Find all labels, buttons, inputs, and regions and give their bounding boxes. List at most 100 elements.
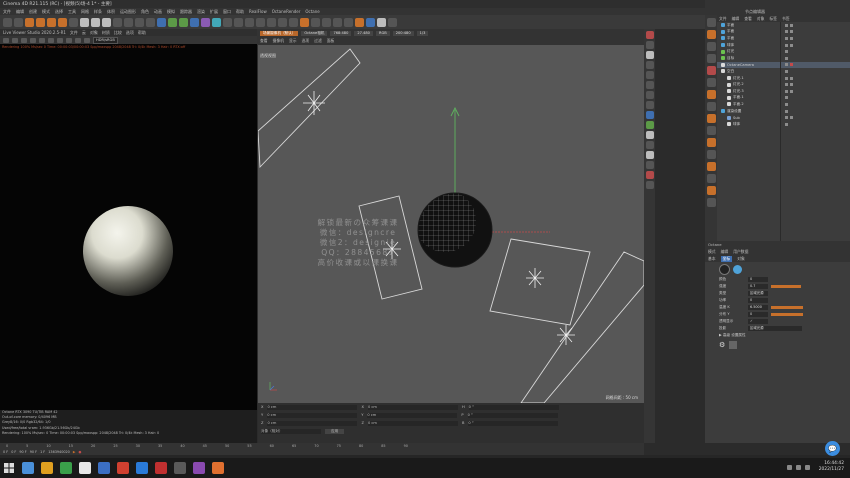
octane-camera-icon[interactable] (289, 17, 298, 27)
menu-item[interactable]: RealFlow (249, 9, 267, 14)
z-axis-icon[interactable] (102, 17, 111, 27)
light-icon[interactable] (234, 17, 243, 27)
settings-icon[interactable] (645, 181, 654, 189)
object-row[interactable]: 目标 (717, 55, 850, 62)
coord-field[interactable]: 0 cm (267, 404, 358, 410)
bevel-icon[interactable] (645, 101, 654, 109)
preview-start-field[interactable]: 0 F (11, 450, 16, 454)
extrude-icon[interactable] (645, 91, 654, 99)
viewport-menu-filter[interactable]: 过滤 (314, 38, 322, 44)
record-icon[interactable]: ● (78, 450, 81, 454)
om-menu-edit[interactable]: 编辑 (732, 16, 740, 22)
octane-material-icon[interactable] (267, 17, 276, 27)
camera-icon[interactable] (645, 141, 654, 149)
taskbar-app-icon[interactable] (79, 462, 91, 474)
object-row[interactable]: 灯光.3 (717, 88, 850, 95)
attr-menu-userdata[interactable]: 用户数据 (733, 249, 748, 255)
pick-material-icon[interactable] (39, 37, 45, 43)
taskbar-app-icon[interactable] (60, 462, 72, 474)
sky-icon[interactable] (645, 161, 654, 169)
magnet-icon[interactable] (645, 71, 654, 79)
grid-icon[interactable] (729, 341, 738, 349)
attr-value[interactable]: 6.5000 (748, 305, 768, 310)
y-axis-icon[interactable] (91, 17, 100, 27)
startup-icon[interactable] (706, 198, 716, 207)
resolution-field[interactable]: 768:480 (330, 31, 352, 36)
attr-value[interactable]: 区域光源 (748, 326, 802, 331)
size-field[interactable]: 200:480 (392, 31, 414, 36)
points-mode-icon[interactable] (366, 17, 375, 27)
camera-select[interactable]: Octane相机 (301, 31, 328, 36)
attr-value[interactable]: 0 (748, 298, 768, 303)
camera-icon[interactable] (223, 17, 232, 27)
viewport-menu-camera[interactable]: 摄像机 (273, 38, 284, 44)
octane-live-icon[interactable] (256, 17, 265, 27)
pause-render-icon[interactable] (21, 37, 27, 43)
sphere-icon[interactable] (645, 111, 654, 119)
bp-icon[interactable] (706, 150, 716, 159)
menu-item[interactable]: Octane (305, 9, 319, 14)
slider-fill[interactable] (771, 313, 803, 316)
network-icon[interactable] (787, 465, 792, 470)
attr-value[interactable]: 区域光源 (748, 291, 768, 296)
object-mode-icon[interactable] (706, 30, 716, 39)
live-viewer-menu-file[interactable]: 文件 (70, 30, 78, 36)
menu-item[interactable]: 跟踪器 (180, 9, 192, 15)
menu-item[interactable]: 模拟 (167, 9, 175, 15)
model-mode-icon[interactable] (355, 17, 364, 27)
attr-value[interactable]: 0.7 (748, 284, 768, 289)
preview-end-field[interactable]: 90 F (19, 450, 26, 454)
coordinate-system-icon[interactable] (113, 17, 122, 27)
tab-object[interactable]: 对象 (737, 256, 745, 262)
solo-icon[interactable] (706, 66, 716, 75)
slider-fill[interactable] (771, 306, 803, 309)
start-frame-field[interactable]: 0 F (3, 450, 8, 454)
snap-icon[interactable] (300, 17, 309, 27)
menu-item[interactable]: 角色 (141, 9, 149, 15)
input-method-icon[interactable] (805, 465, 810, 470)
pen-icon[interactable] (168, 17, 177, 27)
viewport-menu-display[interactable]: 显示 (289, 38, 297, 44)
light-icon[interactable] (645, 131, 654, 139)
object-row[interactable]: 灯光.1 (717, 75, 850, 82)
attr-advanced[interactable]: ▶ 高级 设置属性 (719, 333, 799, 338)
model-icon[interactable] (706, 186, 716, 195)
menu-item[interactable]: 扩展 (210, 9, 218, 15)
om-menu-bookmarks[interactable]: 书签 (782, 16, 790, 22)
uv-icon[interactable] (706, 102, 716, 111)
coord-mode-select[interactable]: 对象（相对） (261, 428, 321, 434)
column-divider[interactable] (780, 22, 781, 241)
object-row[interactable]: Sub (717, 114, 850, 121)
floor-icon[interactable] (212, 17, 221, 27)
live-viewer-menu-options[interactable]: 选项 (126, 30, 134, 36)
material-white-icon[interactable] (645, 51, 654, 59)
object-row[interactable]: 平面 (717, 29, 850, 36)
attr-value[interactable]: ✓ (748, 319, 768, 324)
region-icon[interactable] (57, 37, 63, 43)
ratio-field[interactable]: 1/3 (416, 31, 429, 36)
play-button-icon[interactable]: ▶ (73, 450, 76, 454)
attr-menu-edit[interactable]: 编辑 (721, 249, 729, 255)
current-frame-field[interactable]: 1 F (40, 450, 45, 454)
viewport-menu-view[interactable]: 查看 (260, 38, 268, 44)
menu-item[interactable]: 动画 (154, 9, 162, 15)
brush-icon[interactable] (645, 61, 654, 69)
om-menu-file[interactable]: 文件 (719, 16, 727, 22)
object-row[interactable]: 平面.2 (717, 101, 850, 108)
live-viewer-menu-help[interactable]: 帮助 (138, 30, 146, 36)
sculpt-icon[interactable] (706, 90, 716, 99)
menu-item[interactable]: 样条 (94, 9, 102, 15)
end-frame-field[interactable]: 90 F (30, 450, 37, 454)
taskbar-app-icon[interactable] (212, 462, 224, 474)
timeline[interactable]: 0 5 10 15 20 25 30 35 40 45 50 55 60 65 … (0, 443, 644, 455)
move-tool-icon[interactable] (36, 17, 45, 27)
viewport-menu-options[interactable]: 选项 (302, 38, 310, 44)
taskbar-app-icon[interactable] (22, 462, 34, 474)
live-viewer-menu-cloud[interactable]: 云 (82, 30, 86, 36)
attr-value[interactable]: 0 (748, 277, 768, 282)
render-icon[interactable] (706, 138, 716, 147)
scale-tool-icon[interactable] (47, 17, 56, 27)
animate-icon[interactable] (706, 114, 716, 123)
snap-icon[interactable] (706, 78, 716, 87)
mode-select[interactable]: HDR/sRGB (93, 36, 118, 44)
